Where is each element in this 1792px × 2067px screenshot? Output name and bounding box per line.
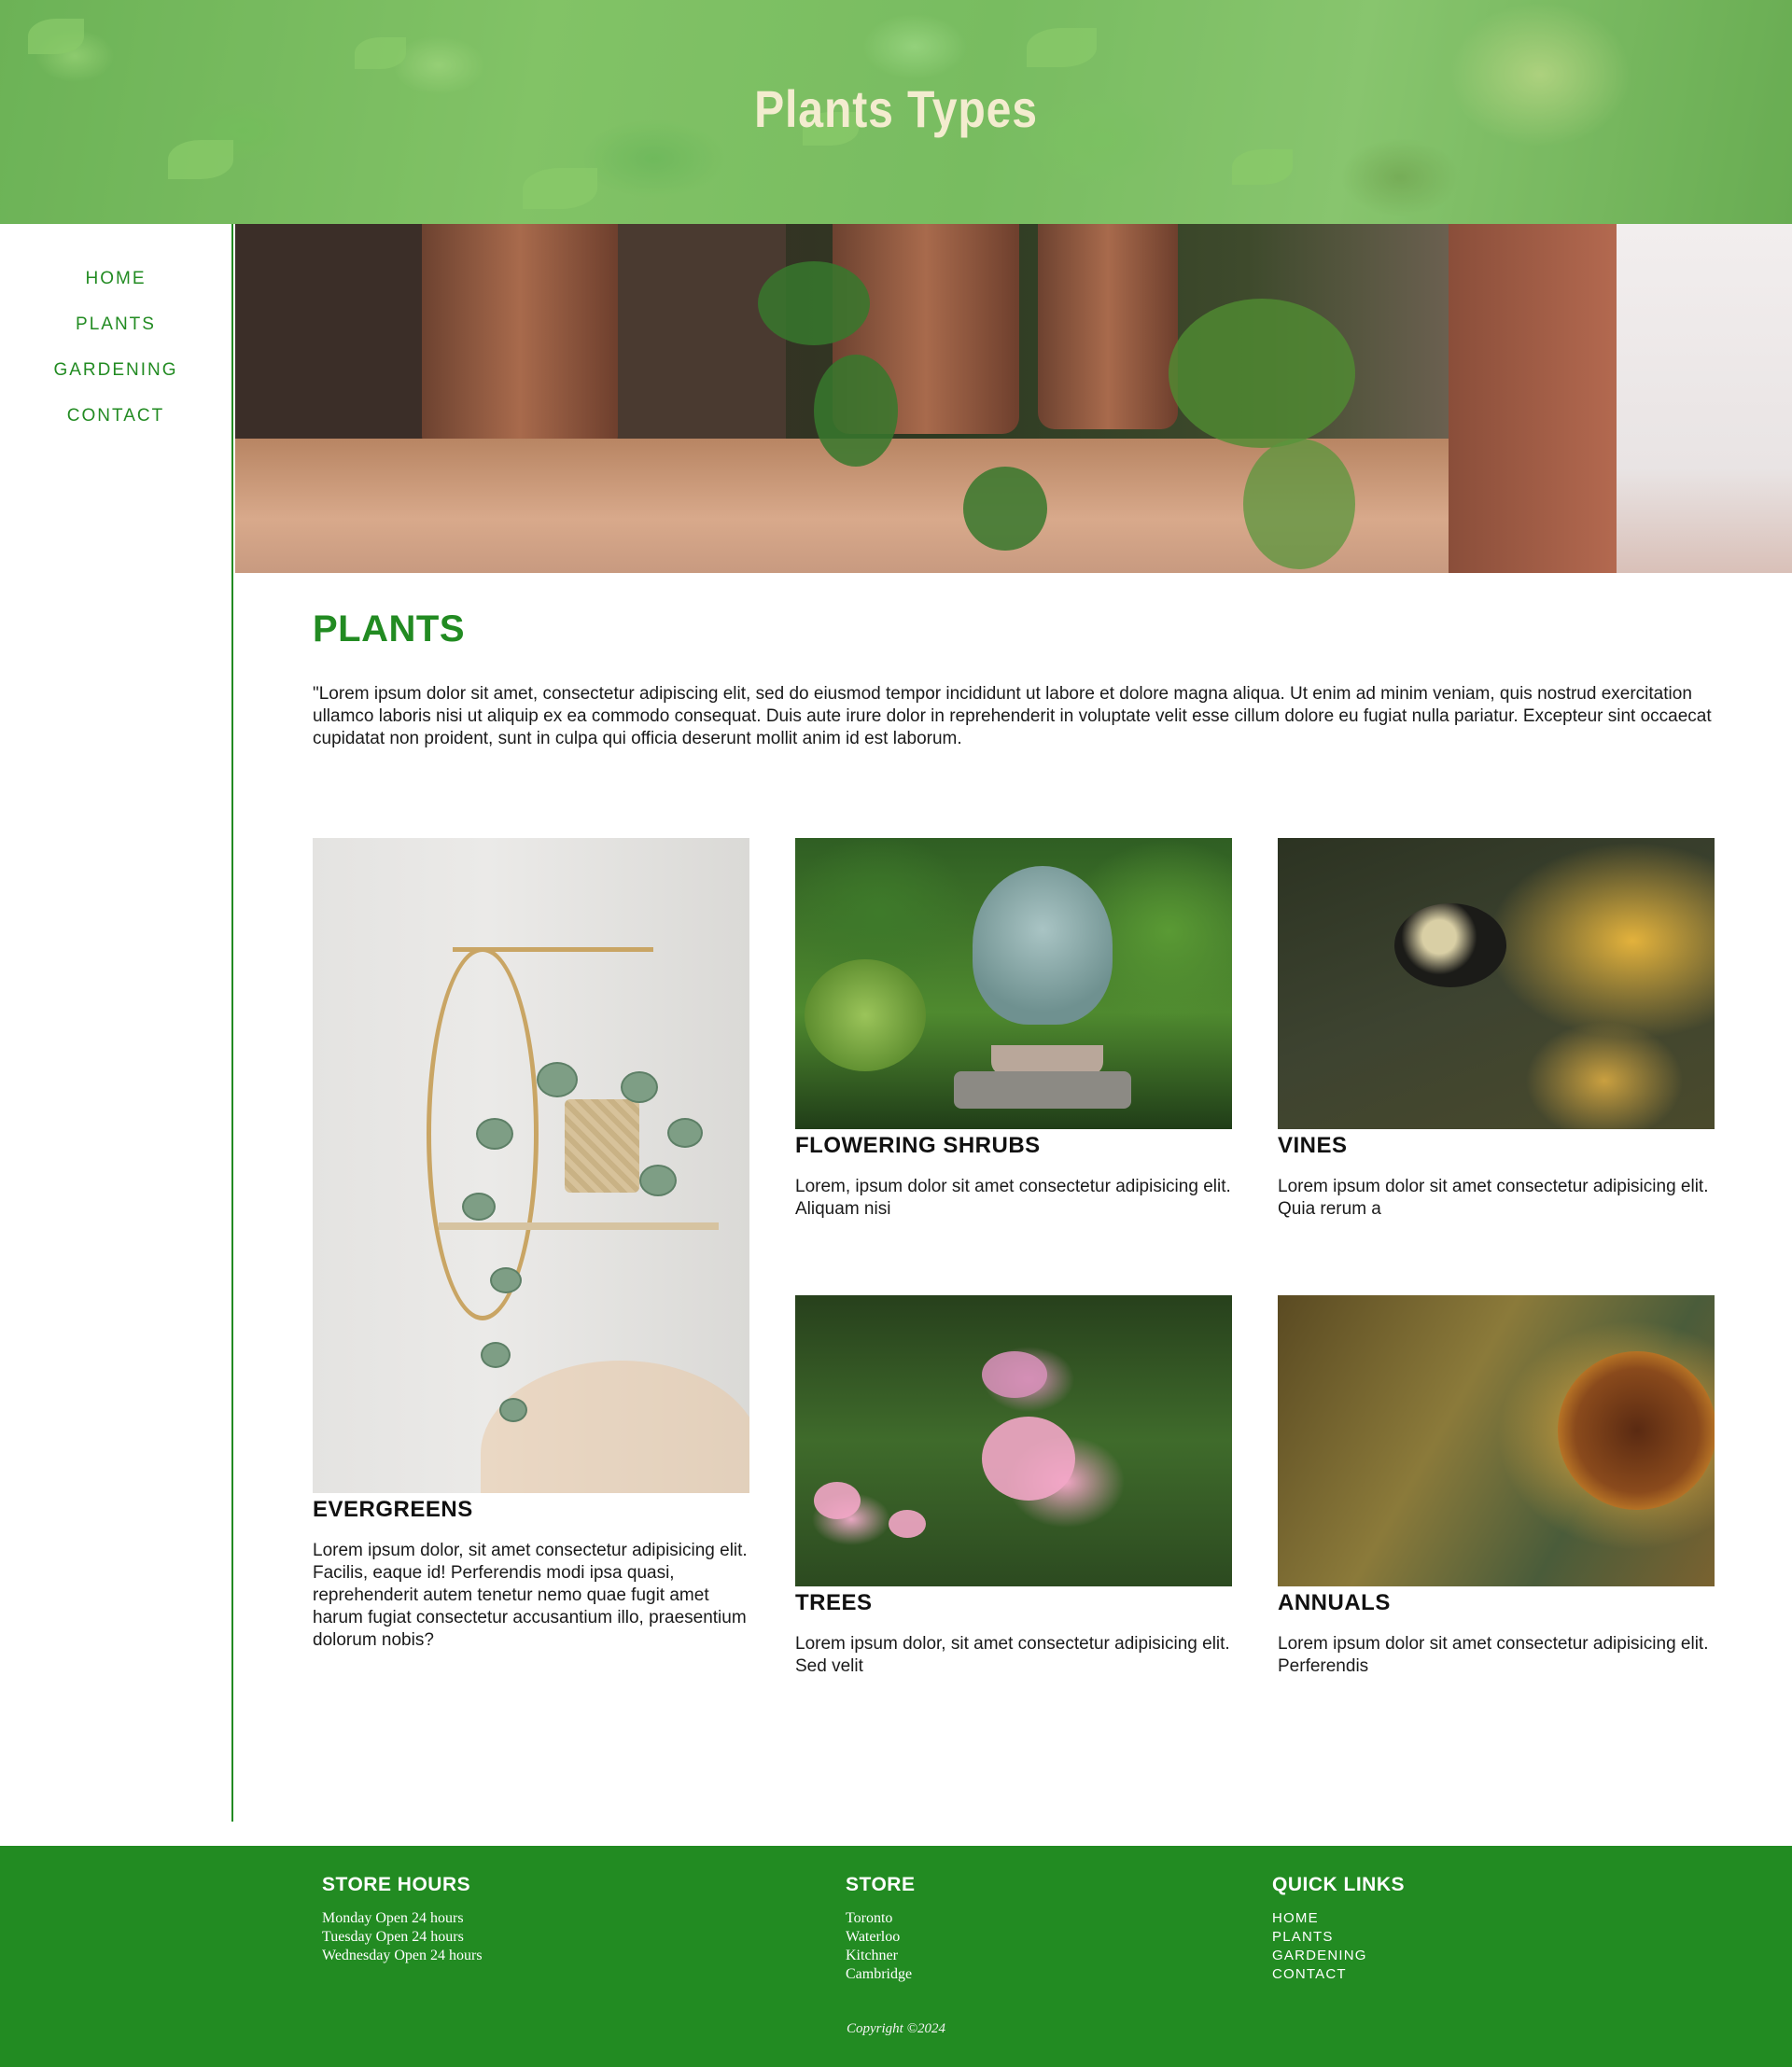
flower-cluster [982,1417,1075,1501]
maple-shrub [805,959,926,1071]
nav-item-plants: PLANTS [0,301,231,347]
plant-card-flowering-shrubs: FLOWERING SHRUBS Lorem, ipsum dolor sit … [795,838,1232,1221]
hero-image [235,224,1792,573]
card-text: Lorem, ipsum dolor sit amet consectetur … [795,1177,1231,1219]
hero-window [1617,224,1792,573]
intro-paragraph: "Lorem ipsum dolor sit amet, consectetur… [313,684,1712,748]
footer-link-gardening[interactable]: GARDENING [1272,1947,1405,1965]
plant-leaf [537,1062,578,1097]
plant-card-evergreens: EVERGREENS Lorem ipsum dolor, sit amet c… [313,838,749,1652]
footer-store-hours: STORE HOURS Monday Open 24 hours Tuesday… [322,1874,483,1965]
hero-shelf [235,439,1635,573]
quick-links-list: HOME PLANTS GARDENING CONTACT [1272,1909,1405,1984]
card-text: Lorem ipsum dolor, sit amet consectetur … [313,1541,748,1650]
trees-image [795,1295,1232,1586]
footer-link-plants[interactable]: PLANTS [1272,1928,1405,1947]
store-location: Cambridge [846,1966,913,1982]
nav-menu: HOME PLANTS GARDENING CONTACT [0,224,231,439]
bee [1394,903,1506,987]
plant-leaf [490,1267,522,1293]
plant-leaf [621,1071,658,1103]
nav-link-contact[interactable]: CONTACT [67,406,164,426]
annuals-image [1278,1295,1715,1586]
shelf-bar [453,947,653,952]
sidebar: HOME PLANTS GARDENING CONTACT [0,224,233,1822]
card-title: VINES [1278,1133,1348,1158]
footer-quick-links: QUICK LINKS HOME PLANTS GARDENING CONTAC… [1272,1874,1405,1984]
card-title: TREES [795,1590,873,1615]
plant-leaf [639,1165,677,1196]
hero-pot [1038,224,1178,429]
footer: STORE HOURS Monday Open 24 hours Tuesday… [0,1846,1792,2067]
store-list: Toronto Waterloo Kitchner Cambridge [846,1909,915,1984]
hero-wall [235,224,422,457]
plant-card-annuals: ANNUALS Lorem ipsum dolor sit amet conse… [1278,1295,1715,1678]
flower-cluster [982,1351,1047,1398]
store-location: Toronto [846,1910,893,1926]
footer-heading: STORE [846,1874,916,1895]
card-title: ANNUALS [1278,1590,1391,1615]
plant-leaf [476,1118,513,1150]
nav-item-gardening: GARDENING [0,347,231,393]
ivy-leaves [963,467,1047,551]
ivy-leaves [814,355,898,467]
section-title: PLANTS [313,608,465,649]
footer-store: STORE Toronto Waterloo Kitchner Cambridg… [846,1874,915,1984]
store-location: Kitchner [846,1948,898,1963]
shelf-board [439,1222,719,1230]
card-title: EVERGREENS [313,1497,473,1522]
store-hours-list: Monday Open 24 hours Tuesday Open 24 hou… [322,1909,483,1965]
ivy-leaves [758,261,870,345]
plant-card-trees: TREES Lorem ipsum dolor, sit amet consec… [795,1295,1232,1678]
nav-link-plants[interactable]: PLANTS [76,314,156,334]
plant-leaf [499,1398,527,1422]
sunflower-center [1558,1351,1715,1510]
flower-cluster [814,1482,861,1519]
store-hours-line: Wednesday Open 24 hours [322,1948,483,1963]
hero-wall [618,224,786,457]
stone-stand [954,1071,1131,1109]
nav-link-home[interactable]: HOME [86,269,147,288]
card-title: FLOWERING SHRUBS [795,1133,1041,1158]
plant-leaf [481,1342,511,1368]
ivy-leaves [1243,439,1355,569]
footer-heading: STORE HOURS [322,1874,471,1895]
vines-image [1278,838,1715,1129]
plant-card-vines: VINES Lorem ipsum dolor sit amet consect… [1278,838,1715,1221]
footer-link-contact[interactable]: CONTACT [1272,1965,1405,1984]
plant-leaf [667,1118,703,1148]
nav-item-home: HOME [0,256,231,301]
nav-item-contact: CONTACT [0,393,231,439]
hero-pot [422,224,618,453]
footer-heading: QUICK LINKS [1272,1874,1405,1895]
wall-shape [481,1361,749,1493]
nav-link-gardening[interactable]: GARDENING [53,360,177,380]
copyright: Copyright ©2024 [847,2021,945,2036]
flower-cluster [889,1510,926,1538]
card-text: Lorem ipsum dolor sit amet consectetur a… [1278,1177,1709,1219]
flowering-shrubs-image [795,838,1232,1129]
card-text: Lorem ipsum dolor, sit amet consectetur … [795,1634,1230,1676]
store-hours-line: Monday Open 24 hours [322,1910,464,1926]
plant-leaf [462,1193,496,1221]
card-text: Lorem ipsum dolor sit amet consectetur a… [1278,1634,1709,1676]
ivy-leaves [1169,299,1355,448]
basket [565,1099,639,1193]
hero-brick [1449,224,1635,573]
evergreens-image [313,838,749,1493]
header-banner: Plants Types [0,0,1792,224]
store-location: Waterloo [846,1929,901,1945]
page-title: Plants Types [754,79,1038,138]
bonsai-tree [973,866,1113,1025]
store-hours-line: Tuesday Open 24 hours [322,1929,464,1945]
footer-link-home[interactable]: HOME [1272,1909,1405,1928]
